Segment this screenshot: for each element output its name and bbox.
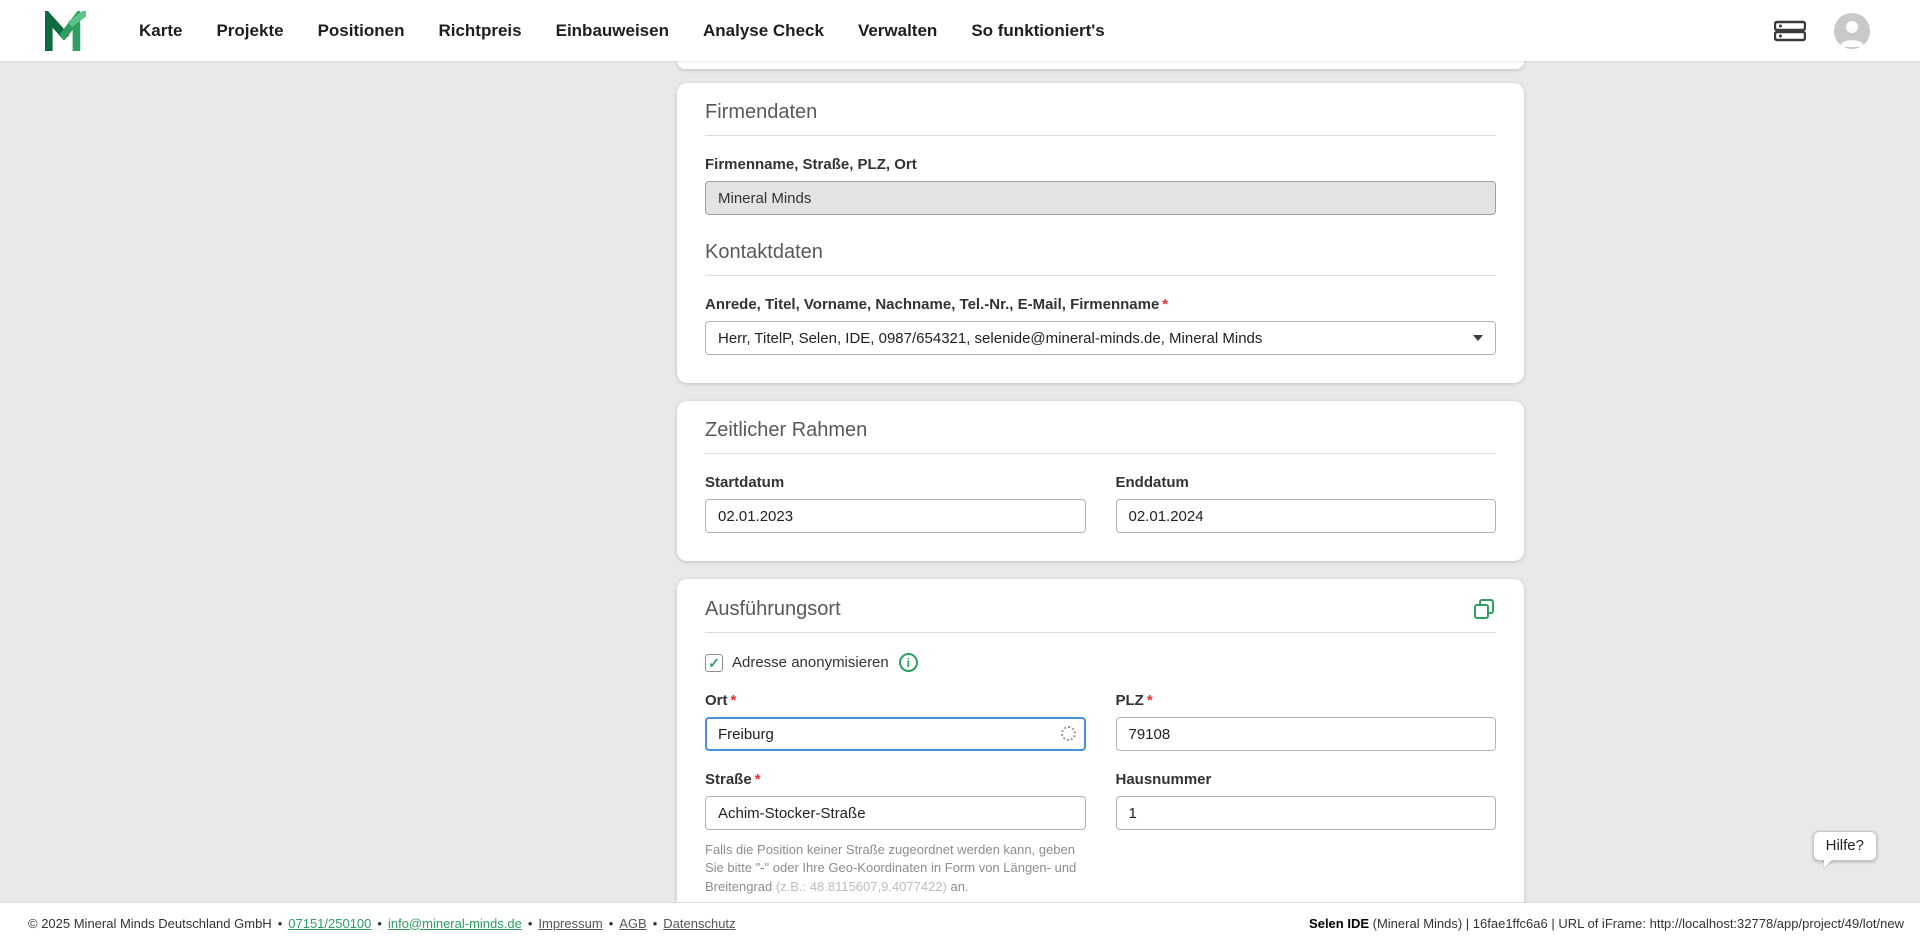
- required-asterisk: *: [731, 692, 737, 709]
- server-icon[interactable]: [1774, 20, 1806, 42]
- anonymisieren-checkbox[interactable]: ✓: [705, 654, 723, 672]
- copy-icon[interactable]: [1472, 597, 1496, 621]
- startdatum-input[interactable]: [705, 499, 1086, 533]
- nav-item-positionen[interactable]: Positionen: [318, 21, 405, 41]
- divider: [705, 632, 1496, 633]
- plz-label-text: PLZ: [1116, 692, 1144, 709]
- required-asterisk: *: [755, 771, 761, 788]
- firmendaten-title: Firmendaten: [705, 101, 1496, 124]
- plz-input[interactable]: [1116, 717, 1497, 751]
- separator: •: [528, 916, 533, 931]
- nav-item-projekte[interactable]: Projekte: [216, 21, 283, 41]
- email-link[interactable]: info@mineral-minds.de: [388, 916, 522, 931]
- strasse-label: Straße*: [705, 771, 1086, 788]
- kontakt-field-label: Anrede, Titel, Vorname, Nachname, Tel.-N…: [705, 296, 1496, 313]
- info-icon[interactable]: i: [899, 653, 918, 672]
- ort-label-text: Ort: [705, 692, 728, 709]
- strasse-label-text: Straße: [705, 771, 752, 788]
- divider: [705, 135, 1496, 136]
- zeitraum-title: Zeitlicher Rahmen: [705, 419, 1496, 442]
- debug-info: Selen IDE (Mineral Minds) | 16fae1ffc6a6…: [1309, 916, 1904, 931]
- datenschutz-link[interactable]: Datenschutz: [663, 916, 735, 931]
- copyright-text: © 2025 Mineral Minds Deutschland GmbH: [28, 916, 272, 931]
- nav-item-einbauweisen[interactable]: Einbauweisen: [556, 21, 669, 41]
- nav-item-richtpreis[interactable]: Richtpreis: [438, 21, 521, 41]
- debug-info-details: (Mineral Minds) | 16fae1ffc6a6 | URL of …: [1369, 916, 1904, 931]
- top-nav: Karte Projekte Positionen Richtpreis Ein…: [0, 0, 1920, 61]
- strasse-hint-suffix: an.: [947, 879, 969, 894]
- anonymisieren-row: ✓ Adresse anonymisieren i: [705, 653, 1496, 672]
- card-partial-top: [677, 61, 1524, 69]
- mineral-minds-logo[interactable]: [44, 11, 86, 51]
- nav-item-karte[interactable]: Karte: [139, 21, 182, 41]
- hausnummer-input[interactable]: [1116, 796, 1497, 830]
- company-input: [705, 181, 1496, 215]
- nav-item-analyse-check[interactable]: Analyse Check: [703, 21, 824, 41]
- debug-info-app: Selen IDE: [1309, 916, 1369, 931]
- header-actions: [1774, 13, 1870, 49]
- impressum-link[interactable]: Impressum: [538, 916, 602, 931]
- separator: •: [609, 916, 614, 931]
- required-asterisk: *: [1147, 692, 1153, 709]
- nav-item-so-funktionierts[interactable]: So funktioniert's: [971, 21, 1104, 41]
- strasse-hint: Falls die Position keiner Straße zugeord…: [705, 841, 1086, 896]
- anonymisieren-label: Adresse anonymisieren: [732, 654, 889, 671]
- enddatum-label: Enddatum: [1116, 474, 1497, 491]
- separator: •: [377, 916, 382, 931]
- required-asterisk: *: [1162, 296, 1168, 313]
- ort-input[interactable]: [705, 717, 1086, 751]
- card-ausfuehrungsort: Ausführungsort ✓ Adresse anonymisieren i…: [677, 579, 1524, 902]
- user-avatar[interactable]: [1834, 13, 1870, 49]
- hausnummer-label: Hausnummer: [1116, 771, 1497, 788]
- ausfuehrungsort-title: Ausführungsort: [705, 598, 841, 621]
- separator: •: [278, 916, 283, 931]
- card-zeitlicher-rahmen: Zeitlicher Rahmen Startdatum Enddatum: [677, 401, 1524, 561]
- kontaktdaten-title: Kontaktdaten: [705, 241, 1496, 264]
- help-button[interactable]: Hilfe?: [1813, 831, 1877, 861]
- phone-link[interactable]: 07151/250100: [288, 916, 371, 931]
- loading-spinner-icon: [1061, 726, 1076, 741]
- nav-item-verwalten[interactable]: Verwalten: [858, 21, 937, 41]
- chevron-down-icon: [1473, 335, 1483, 341]
- divider: [705, 275, 1496, 276]
- enddatum-input[interactable]: [1116, 499, 1497, 533]
- card-firmendaten: Firmendaten Firmenname, Straße, PLZ, Ort…: [677, 83, 1524, 383]
- ort-label: Ort*: [705, 692, 1086, 709]
- kontakt-select-value: Herr, TitelP, Selen, IDE, 0987/654321, s…: [718, 330, 1262, 347]
- main-area: Firmendaten Firmenname, Straße, PLZ, Ort…: [0, 61, 1920, 902]
- form-column: Firmendaten Firmenname, Straße, PLZ, Ort…: [677, 61, 1524, 902]
- agb-link[interactable]: AGB: [619, 916, 646, 931]
- kontakt-select[interactable]: Herr, TitelP, Selen, IDE, 0987/654321, s…: [705, 321, 1496, 355]
- footer-links: © 2025 Mineral Minds Deutschland GmbH • …: [28, 916, 736, 931]
- plz-label: PLZ*: [1116, 692, 1497, 709]
- footer: © 2025 Mineral Minds Deutschland GmbH • …: [0, 902, 1920, 943]
- main-nav: Karte Projekte Positionen Richtpreis Ein…: [139, 21, 1105, 41]
- strasse-hint-example: (z.B.: 48.8115607,9.4077422): [776, 879, 947, 894]
- separator: •: [653, 916, 658, 931]
- company-field-label: Firmenname, Straße, PLZ, Ort: [705, 156, 1496, 173]
- startdatum-label: Startdatum: [705, 474, 1086, 491]
- kontakt-field-label-text: Anrede, Titel, Vorname, Nachname, Tel.-N…: [705, 296, 1159, 313]
- strasse-input[interactable]: [705, 796, 1086, 830]
